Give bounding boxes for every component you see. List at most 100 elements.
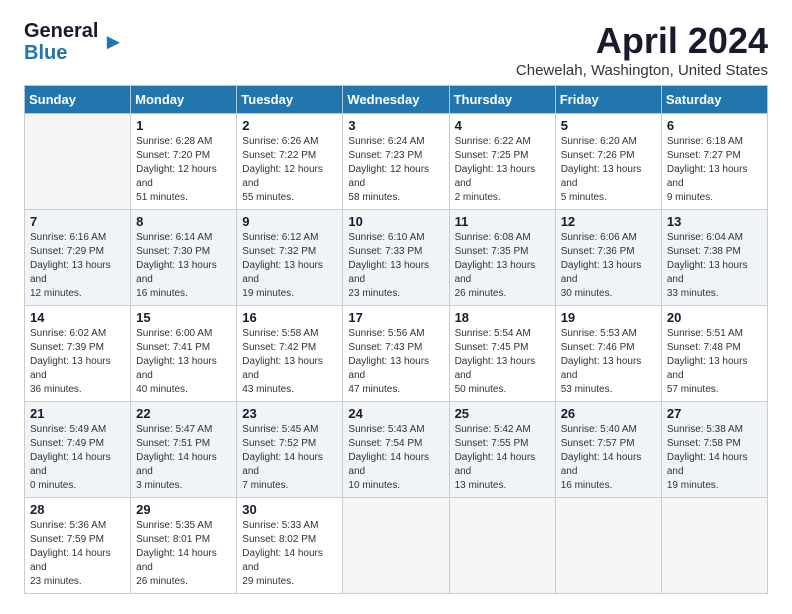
sunrise-text: Sunrise: 6:26 AM <box>242 135 337 149</box>
logo-bird-icon: ► <box>102 29 124 55</box>
daylight-text-cont: 53 minutes. <box>561 383 656 397</box>
sunrise-text: Sunrise: 5:47 AM <box>136 423 231 437</box>
sunrise-text: Sunrise: 6:18 AM <box>667 135 762 149</box>
daylight-text: Daylight: 13 hours and <box>30 259 125 287</box>
col-saturday: Saturday <box>661 86 767 114</box>
day-number: 16 <box>242 310 337 325</box>
sunset-text: Sunset: 7:29 PM <box>30 245 125 259</box>
table-row: 26 Sunrise: 5:40 AMSunset: 7:57 PMDayligh… <box>555 402 661 498</box>
sunrise-text: Sunrise: 6:12 AM <box>242 231 337 245</box>
sunrise-text: Sunrise: 6:24 AM <box>348 135 443 149</box>
table-row: 22Sunrise: 5:47 AMSunset: 7:51 PMDayligh… <box>131 402 237 498</box>
sunrise-text: Sunrise: 5:54 AM <box>455 327 550 341</box>
table-row: 19Sunrise: 5:53 AMSunset: 7:46 PMDayligh… <box>555 306 661 402</box>
day-number: 27 <box>667 406 762 421</box>
sunset-text: Sunset: 7:46 PM <box>561 341 656 355</box>
calendar-subtitle: Chewelah, Washington, United States <box>516 62 768 79</box>
sunrise-text: Sunrise: 5:38 AM <box>667 423 762 437</box>
sunset-text: Sunset: 7:39 PM <box>30 341 125 355</box>
day-number: 10 <box>348 214 443 229</box>
day-info: Sunrise: 6:10 AMSunset: 7:33 PMDaylight:… <box>348 231 443 301</box>
daylight-text: Daylight: 14 hours and <box>242 547 337 575</box>
table-row: 18Sunrise: 5:54 AMSunset: 7:45 PMDayligh… <box>449 306 555 402</box>
daylight-text-cont: 9 minutes. <box>667 191 762 205</box>
daylight-text: Daylight: 12 hours and <box>136 163 231 191</box>
daylight-text: Daylight: 12 hours and <box>242 163 337 191</box>
day-number: 23 <box>242 406 337 421</box>
day-number: 17 <box>348 310 443 325</box>
table-row: 14Sunrise: 6:02 AMSunset: 7:39 PMDayligh… <box>25 306 131 402</box>
day-number: 5 <box>561 118 656 133</box>
sunset-text: Sunset: 7:43 PM <box>348 341 443 355</box>
sunset-text: Sunset: 7:26 PM <box>561 149 656 163</box>
sunrise-text: Sunrise: 6:16 AM <box>30 231 125 245</box>
daylight-text: Daylight: 12 hours and <box>348 163 443 191</box>
sunset-text: Sunset: 7:48 PM <box>667 341 762 355</box>
daylight-text-cont: 0 minutes. <box>30 479 125 493</box>
day-info: Sunrise: 5:51 AMSunset: 7:48 PMDaylight:… <box>667 327 762 397</box>
daylight-text: Daylight: 13 hours and <box>667 259 762 287</box>
sunset-text: Sunset: 7:59 PM <box>30 533 125 547</box>
day-info: Sunrise: 5:38 AMSunset: 7:58 PMDaylight:… <box>667 423 762 493</box>
sunset-text: Sunset: 7:52 PM <box>242 437 337 451</box>
sunrise-text: Sunrise: 6:28 AM <box>136 135 231 149</box>
day-number: 26 <box>561 406 656 421</box>
day-number: 21 <box>30 406 125 421</box>
daylight-text-cont: 58 minutes. <box>348 191 443 205</box>
sunrise-text: Sunrise: 6:06 AM <box>561 231 656 245</box>
table-row: 4Sunrise: 6:22 AMSunset: 7:25 PMDaylight… <box>449 114 555 210</box>
daylight-text-cont: 50 minutes. <box>455 383 550 397</box>
table-row: 21 Sunrise: 5:49 AMSunset: 7:49 PMDayligh… <box>25 402 131 498</box>
calendar-week-row: 14Sunrise: 6:02 AMSunset: 7:39 PMDayligh… <box>25 306 768 402</box>
sunset-text: Sunset: 7:35 PM <box>455 245 550 259</box>
sunset-text: Sunset: 7:23 PM <box>348 149 443 163</box>
day-info: Sunrise: 6:04 AMSunset: 7:38 PMDaylight:… <box>667 231 762 301</box>
day-info: Sunrise: 6:14 AMSunset: 7:30 PMDaylight:… <box>136 231 231 301</box>
daylight-text: Daylight: 13 hours and <box>455 259 550 287</box>
sunset-text: Sunset: 7:22 PM <box>242 149 337 163</box>
sunrise-text: Sunrise: 5:45 AM <box>242 423 337 437</box>
table-row: 25Sunrise: 5:42 AMSunset: 7:55 PMDayligh… <box>449 402 555 498</box>
daylight-text-cont: 16 minutes. <box>136 287 231 301</box>
sunset-text: Sunset: 7:42 PM <box>242 341 337 355</box>
table-row: 24Sunrise: 5:43 AMSunset: 7:54 PMDayligh… <box>343 402 449 498</box>
sunset-text: Sunset: 7:54 PM <box>348 437 443 451</box>
day-info: Sunrise: 5:54 AMSunset: 7:45 PMDaylight:… <box>455 327 550 397</box>
day-info: Sunrise: 6:02 AMSunset: 7:39 PMDaylight:… <box>30 327 125 397</box>
sunrise-text: Sunrise: 5:43 AM <box>348 423 443 437</box>
day-info: Sunrise: 5:40 AMSunset: 7:57 PMDaylight:… <box>561 423 656 493</box>
daylight-text-cont: 10 minutes. <box>348 479 443 493</box>
table-row: 20Sunrise: 5:51 AMSunset: 7:48 PMDayligh… <box>661 306 767 402</box>
daylight-text: Daylight: 13 hours and <box>455 355 550 383</box>
daylight-text-cont: 30 minutes. <box>561 287 656 301</box>
daylight-text: Daylight: 13 hours and <box>561 163 656 191</box>
header: General Blue ► April 2024 Chewelah, Wash… <box>24 20 768 79</box>
day-info: Sunrise: 6:08 AMSunset: 7:35 PMDaylight:… <box>455 231 550 301</box>
daylight-text: Daylight: 14 hours and <box>242 451 337 479</box>
day-number: 29 <box>136 502 231 517</box>
daylight-text-cont: 57 minutes. <box>667 383 762 397</box>
sunset-text: Sunset: 7:36 PM <box>561 245 656 259</box>
sunrise-text: Sunrise: 6:20 AM <box>561 135 656 149</box>
day-number: 22 <box>136 406 231 421</box>
table-row <box>343 498 449 594</box>
table-row <box>555 498 661 594</box>
daylight-text-cont: 23 minutes. <box>30 575 125 589</box>
day-info: Sunrise: 6:00 AMSunset: 7:41 PMDaylight:… <box>136 327 231 397</box>
daylight-text-cont: 36 minutes. <box>30 383 125 397</box>
day-info: Sunrise: 6:26 AMSunset: 7:22 PMDaylight:… <box>242 135 337 205</box>
day-info: Sunrise: 6:12 AMSunset: 7:32 PMDaylight:… <box>242 231 337 301</box>
day-info: Sunrise: 5:49 AMSunset: 7:49 PMDaylight:… <box>30 423 125 493</box>
logo-general-text: General <box>24 20 98 42</box>
sunset-text: Sunset: 7:32 PM <box>242 245 337 259</box>
table-row <box>661 498 767 594</box>
day-info: Sunrise: 6:22 AMSunset: 7:25 PMDaylight:… <box>455 135 550 205</box>
daylight-text: Daylight: 14 hours and <box>30 451 125 479</box>
col-friday: Friday <box>555 86 661 114</box>
daylight-text: Daylight: 14 hours and <box>455 451 550 479</box>
day-number: 11 <box>455 214 550 229</box>
table-row: 3Sunrise: 6:24 AMSunset: 7:23 PMDaylight… <box>343 114 449 210</box>
table-row: 6Sunrise: 6:18 AMSunset: 7:27 PMDaylight… <box>661 114 767 210</box>
day-info: Sunrise: 6:06 AMSunset: 7:36 PMDaylight:… <box>561 231 656 301</box>
sunrise-text: Sunrise: 5:49 AM <box>30 423 125 437</box>
